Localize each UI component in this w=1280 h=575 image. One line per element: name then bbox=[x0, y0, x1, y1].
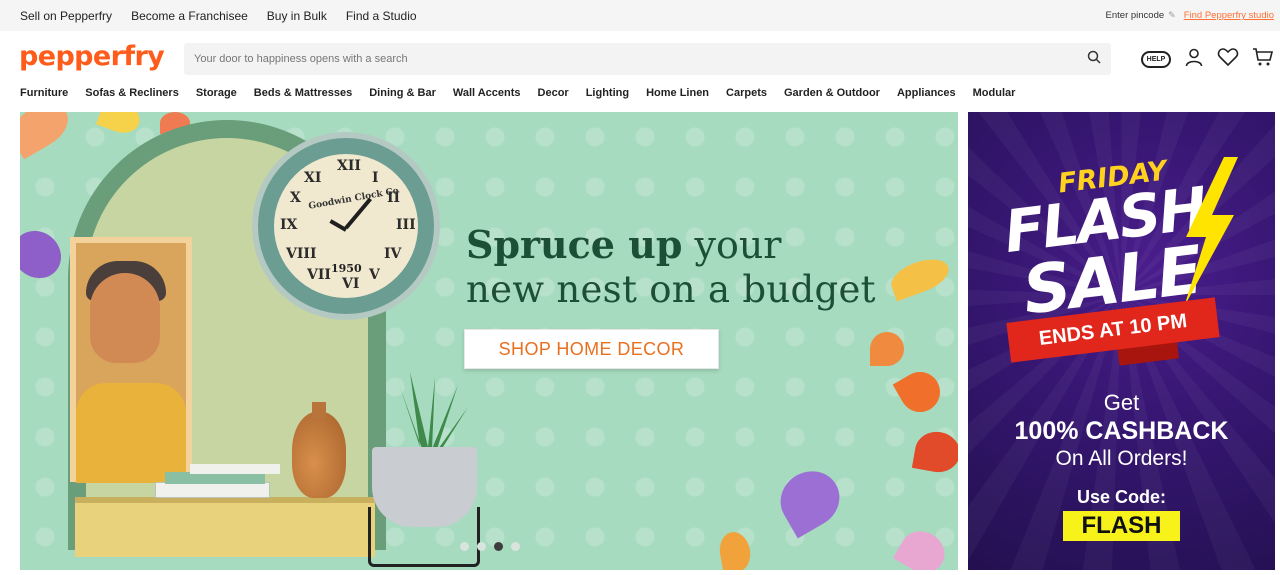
search-bar[interactable] bbox=[184, 43, 1111, 75]
headline-bold: Spruce up bbox=[466, 222, 683, 267]
nav-modular[interactable]: Modular bbox=[973, 87, 1016, 99]
nav-dining-bar[interactable]: Dining & Bar bbox=[369, 87, 436, 99]
plant-image bbox=[400, 372, 468, 457]
book-stack bbox=[190, 464, 280, 474]
painting-shirt bbox=[76, 383, 186, 483]
get-text: Get bbox=[1103, 390, 1140, 415]
search-icon[interactable] bbox=[1087, 50, 1101, 69]
nav-sofas-recliners[interactable]: Sofas & Recliners bbox=[85, 87, 179, 99]
nav-carpets[interactable]: Carpets bbox=[726, 87, 767, 99]
nav-appliances[interactable]: Appliances bbox=[897, 87, 956, 99]
help-icon[interactable]: HELP bbox=[1141, 51, 1171, 68]
on-all-orders-text: On All Orders! bbox=[1055, 447, 1188, 470]
nav-garden-outdoor[interactable]: Garden & Outdoor bbox=[784, 87, 880, 99]
user-icon[interactable] bbox=[1184, 47, 1204, 72]
nav-wall-accents[interactable]: Wall Accents bbox=[453, 87, 521, 99]
nav-furniture[interactable]: Furniture bbox=[20, 87, 68, 99]
painting-face bbox=[90, 273, 160, 363]
nav-storage[interactable]: Storage bbox=[196, 87, 237, 99]
shop-home-decor-button[interactable]: SHOP HOME DECOR bbox=[464, 329, 719, 369]
headline-rest: your bbox=[682, 223, 782, 267]
heart-icon[interactable] bbox=[1217, 47, 1239, 72]
cart-icon[interactable] bbox=[1252, 47, 1274, 72]
enter-pincode-button[interactable]: Enter pincode bbox=[1106, 10, 1165, 21]
top-utility-bar: Sell on Pepperfry Become a Franchisee Bu… bbox=[0, 0, 1280, 31]
flash-sale-banner[interactable]: FRIDAY FLASH SALE ENDS AT 10 PM Get 100%… bbox=[968, 112, 1275, 570]
nav-lighting[interactable]: Lighting bbox=[586, 87, 629, 99]
carousel-dot-active[interactable] bbox=[494, 542, 503, 551]
edit-icon[interactable]: ✎ bbox=[1168, 10, 1176, 21]
promo-code-badge: FLASH bbox=[1063, 511, 1180, 541]
carousel-dot[interactable] bbox=[477, 542, 486, 551]
flower-decoration bbox=[870, 332, 904, 366]
hero-banner[interactable]: XII III VI IX I II IV V VII VIII X XI Go… bbox=[20, 112, 958, 570]
sell-on-pepperfry-link[interactable]: Sell on Pepperfry bbox=[20, 9, 112, 23]
buy-in-bulk-link[interactable]: Buy in Bulk bbox=[267, 9, 327, 23]
nav-beds-mattresses[interactable]: Beds & Mattresses bbox=[254, 87, 352, 99]
carousel-dot[interactable] bbox=[460, 542, 469, 551]
nav-home-linen[interactable]: Home Linen bbox=[646, 87, 709, 99]
nav-decor[interactable]: Decor bbox=[538, 87, 569, 99]
top-links: Sell on Pepperfry Become a Franchisee Bu… bbox=[20, 9, 417, 23]
carousel-dots bbox=[460, 542, 520, 551]
clock-face: XII III VI IX I II IV V VII VIII X XI Go… bbox=[274, 154, 418, 298]
vase-image bbox=[292, 402, 346, 498]
pepperfry-logo[interactable]: pepperfry bbox=[19, 41, 165, 72]
hero-headline-line1: Spruce up your bbox=[466, 222, 781, 267]
header-icons: HELP bbox=[1141, 47, 1274, 72]
painting-frame bbox=[70, 237, 192, 483]
become-franchisee-link[interactable]: Become a Franchisee bbox=[131, 9, 248, 23]
planter-stand bbox=[368, 507, 480, 567]
main-header: pepperfry HELP bbox=[0, 31, 1280, 83]
book-stack bbox=[155, 482, 270, 498]
clock-year: 1950 bbox=[331, 262, 362, 275]
clock-brand: Goodwin Clock Co bbox=[307, 186, 400, 212]
pincode-area: Enter pincode ✎ Find Pepperfry studio bbox=[1106, 10, 1274, 21]
category-nav: Furniture Sofas & Recliners Storage Beds… bbox=[20, 87, 1015, 99]
carousel-dot[interactable] bbox=[511, 542, 520, 551]
find-a-studio-link[interactable]: Find a Studio bbox=[346, 9, 417, 23]
find-pepperfry-studio-link[interactable]: Find Pepperfry studio bbox=[1184, 10, 1274, 21]
wall-clock-image: XII III VI IX I II IV V VII VIII X XI Go… bbox=[252, 132, 440, 320]
search-input[interactable] bbox=[194, 53, 1054, 65]
cashback-text: 100% CASHBACK bbox=[1014, 417, 1229, 445]
hero-headline-line2: new nest on a budget bbox=[466, 268, 876, 311]
lightning-bolt-icon bbox=[1184, 157, 1238, 307]
use-code-label: Use Code: bbox=[1076, 487, 1166, 507]
console-table bbox=[75, 497, 375, 557]
